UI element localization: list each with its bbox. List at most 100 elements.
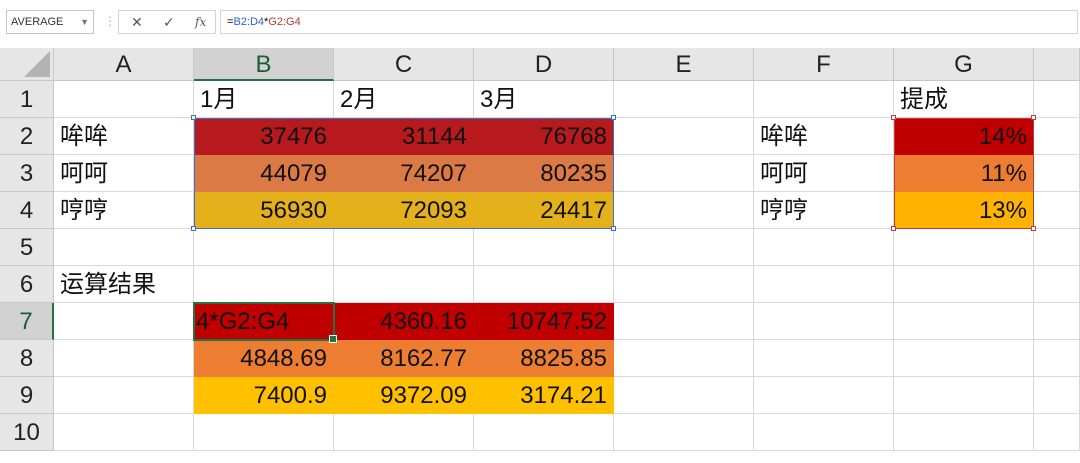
row-header-5[interactable]: 5 (0, 229, 54, 266)
cell-c8[interactable]: 8162.77 (334, 340, 474, 377)
cell-b2[interactable]: 37476 (194, 118, 334, 155)
cell-a10[interactable] (54, 414, 194, 451)
insert-function-icon[interactable]: fx (195, 15, 206, 29)
cell-g3[interactable]: 11% (894, 155, 1034, 192)
cell-f10[interactable] (754, 414, 894, 451)
cell-g4[interactable]: 13% (894, 192, 1034, 229)
cell-e2[interactable] (614, 118, 754, 155)
cell-a4[interactable]: 哼哼 (54, 192, 194, 229)
row-header-9[interactable]: 9 (0, 377, 54, 414)
cell-d5[interactable] (474, 229, 614, 266)
cell-c4[interactable]: 72093 (334, 192, 474, 229)
range-1-resize-handle-1[interactable] (611, 115, 616, 120)
cell-a9[interactable] (54, 377, 194, 414)
cell-e9[interactable] (614, 377, 754, 414)
cell-d4[interactable]: 24417 (474, 192, 614, 229)
cell-c1[interactable]: 2月 (334, 81, 474, 118)
cell-d9[interactable]: 3174.21 (474, 377, 614, 414)
cell-c5[interactable] (334, 229, 474, 266)
cell-h6[interactable] (1034, 266, 1080, 303)
name-box[interactable]: AVERAGE ▼ (6, 10, 94, 34)
cell-d6[interactable] (474, 266, 614, 303)
cell-b6[interactable] (194, 266, 334, 303)
range-2-resize-handle-1[interactable] (1031, 115, 1036, 120)
cell-f3[interactable]: 呵呵 (754, 155, 894, 192)
cell-f6[interactable] (754, 266, 894, 303)
cell-d2[interactable]: 76768 (474, 118, 614, 155)
cell-e4[interactable] (614, 192, 754, 229)
range-2-resize-handle-0[interactable] (891, 115, 896, 120)
cell-d7[interactable]: 10747.52 (474, 303, 614, 340)
row-header-6[interactable]: 6 (0, 266, 54, 303)
row-header-1[interactable]: 1 (0, 81, 54, 118)
cell-f9[interactable] (754, 377, 894, 414)
cell-e6[interactable] (614, 266, 754, 303)
cell-h3[interactable] (1034, 155, 1080, 192)
cell-g2[interactable]: 14% (894, 118, 1034, 155)
cell-b8[interactable]: 4848.69 (194, 340, 334, 377)
cell-c2[interactable]: 31144 (334, 118, 474, 155)
cell-h4[interactable] (1034, 192, 1080, 229)
drag-handle-icon[interactable]: ⋮ (104, 14, 116, 28)
cell-h10[interactable] (1034, 414, 1080, 451)
cell-f1[interactable] (754, 81, 894, 118)
cell-e7[interactable] (614, 303, 754, 340)
range-1-resize-handle-3[interactable] (611, 226, 616, 231)
column-header-f[interactable]: F (754, 48, 894, 81)
cell-f4[interactable]: 哼哼 (754, 192, 894, 229)
cell-d3[interactable]: 80235 (474, 155, 614, 192)
row-header-8[interactable]: 8 (0, 340, 54, 377)
cell-a2[interactable]: 哞哞 (54, 118, 194, 155)
cell-f8[interactable] (754, 340, 894, 377)
cell-h9[interactable] (1034, 377, 1080, 414)
cell-b3[interactable]: 44079 (194, 155, 334, 192)
formula-input[interactable]: =B2:D4*G2:G4 (220, 10, 1078, 34)
cell-d8[interactable]: 8825.85 (474, 340, 614, 377)
fill-handle[interactable] (329, 335, 337, 343)
cell-h7[interactable] (1034, 303, 1080, 340)
cell-a1[interactable] (54, 81, 194, 118)
row-header-10[interactable]: 10 (0, 414, 54, 451)
column-header-g[interactable]: G (894, 48, 1034, 81)
cell-a6[interactable]: 运算结果 (54, 266, 194, 303)
cell-d1[interactable]: 3月 (474, 81, 614, 118)
cell-e10[interactable] (614, 414, 754, 451)
cell-g9[interactable] (894, 377, 1034, 414)
cell-c10[interactable] (334, 414, 474, 451)
cell-f5[interactable] (754, 229, 894, 266)
range-1-resize-handle-0[interactable] (191, 115, 196, 120)
cell-e8[interactable] (614, 340, 754, 377)
cell-a3[interactable]: 呵呵 (54, 155, 194, 192)
cell-c3[interactable]: 74207 (334, 155, 474, 192)
column-header-extra[interactable] (1034, 48, 1080, 81)
cell-e3[interactable] (614, 155, 754, 192)
cell-b10[interactable] (194, 414, 334, 451)
cell-c9[interactable]: 9372.09 (334, 377, 474, 414)
row-header-4[interactable]: 4 (0, 192, 54, 229)
cell-c7[interactable]: 4360.16 (334, 303, 474, 340)
cell-f2[interactable]: 哞哞 (754, 118, 894, 155)
cell-c6[interactable] (334, 266, 474, 303)
cell-g7[interactable] (894, 303, 1034, 340)
chevron-down-icon[interactable]: ▼ (80, 11, 89, 33)
column-header-e[interactable]: E (614, 48, 754, 81)
cell-g10[interactable] (894, 414, 1034, 451)
cell-g5[interactable] (894, 229, 1034, 266)
cell-d10[interactable] (474, 414, 614, 451)
cell-g8[interactable] (894, 340, 1034, 377)
cell-g6[interactable] (894, 266, 1034, 303)
range-2-resize-handle-2[interactable] (891, 226, 896, 231)
column-header-a[interactable]: A (54, 48, 194, 81)
row-header-7[interactable]: 7 (0, 303, 54, 340)
cell-h5[interactable] (1034, 229, 1080, 266)
row-header-2[interactable]: 2 (0, 118, 54, 155)
cell-e1[interactable] (614, 81, 754, 118)
cell-a5[interactable] (54, 229, 194, 266)
cell-b9[interactable]: 7400.9 (194, 377, 334, 414)
range-1-resize-handle-2[interactable] (191, 226, 196, 231)
column-header-d[interactable]: D (474, 48, 614, 81)
cell-g1[interactable]: 提成 (894, 81, 1034, 118)
cell-h1[interactable] (1034, 81, 1080, 118)
cell-b4[interactable]: 56930 (194, 192, 334, 229)
cell-b5[interactable] (194, 229, 334, 266)
